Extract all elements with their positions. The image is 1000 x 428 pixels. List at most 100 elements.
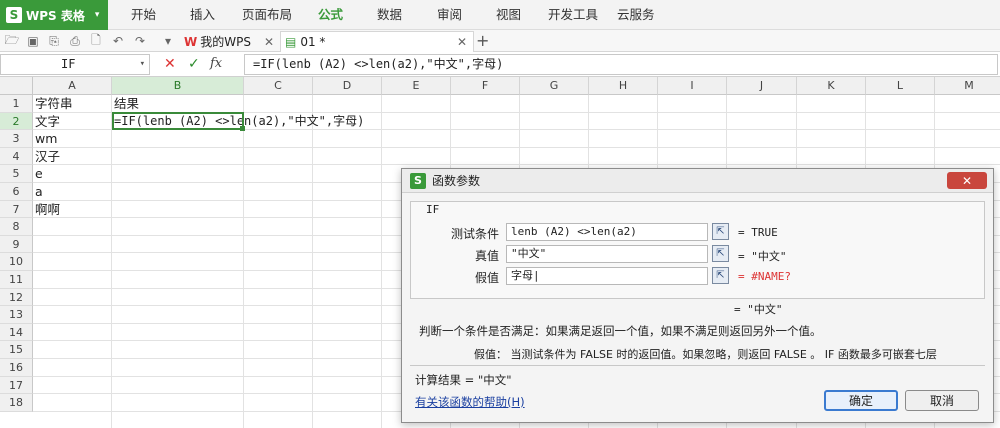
row-header-18[interactable]: 18 bbox=[0, 394, 33, 412]
cancel-button[interactable]: 取消 bbox=[905, 390, 979, 411]
gridline bbox=[381, 95, 382, 428]
arg-label-true: 真值 bbox=[474, 249, 499, 263]
menu-insert[interactable]: 插入 bbox=[190, 0, 215, 30]
new-tab-icon[interactable]: + bbox=[476, 31, 489, 50]
menu-home[interactable]: 开始 bbox=[131, 0, 156, 30]
name-box[interactable]: IF ▾ bbox=[0, 54, 150, 75]
column-header-a[interactable]: A bbox=[33, 77, 112, 95]
column-header-b[interactable]: B bbox=[112, 77, 244, 95]
column-header-f[interactable]: F bbox=[451, 77, 520, 95]
column-header-e[interactable]: E bbox=[382, 77, 451, 95]
undo-icon[interactable]: ↶ bbox=[110, 33, 126, 49]
gridline bbox=[243, 95, 244, 428]
row-header-15[interactable]: 15 bbox=[0, 341, 33, 359]
spreadsheet-file-icon: ▤ bbox=[285, 35, 297, 49]
cell-a7[interactable]: 啊啊 bbox=[33, 201, 60, 218]
tab-document[interactable]: ▤ 01 * ✕ bbox=[280, 31, 474, 52]
parameter-label: 假值： bbox=[474, 348, 507, 361]
gridline bbox=[33, 164, 1000, 166]
cell-a2[interactable]: 文字 bbox=[33, 113, 60, 130]
column-header-g[interactable]: G bbox=[520, 77, 589, 95]
menu-developer[interactable]: 开发工具 bbox=[548, 0, 598, 30]
cell-a6[interactable]: a bbox=[33, 183, 43, 200]
cell-a4[interactable]: 汉子 bbox=[33, 148, 60, 165]
open-folder-icon[interactable]: 🗁 bbox=[4, 33, 20, 49]
close-icon[interactable]: ✕ bbox=[947, 172, 987, 189]
menu-view[interactable]: 视图 bbox=[496, 0, 521, 30]
calculation-result: 计算结果 = "中文" bbox=[415, 373, 512, 387]
row-header-5[interactable]: 5 bbox=[0, 165, 33, 183]
customize-toolbar-icon[interactable]: ▾ bbox=[160, 33, 176, 49]
menu-bar: S WPS 表格 ▾ 开始 插入 页面布局 公式 数据 审阅 视图 开发工具 云… bbox=[0, 0, 1000, 30]
arg-label-condition: 测试条件 bbox=[450, 227, 499, 241]
column-header-k[interactable]: K bbox=[797, 77, 866, 95]
column-header-i[interactable]: I bbox=[658, 77, 727, 95]
row-header-1[interactable]: 1 bbox=[0, 95, 33, 113]
quick-toolbar: 🗁 ▣ ⎘ ⎙ 🗋 ↶ ↷ ▾ W 我的WPS ✕ ▤ 01 * ✕ + bbox=[0, 30, 1000, 52]
confirm-edit-icon[interactable]: ✓ bbox=[188, 56, 200, 72]
close-icon[interactable]: ✕ bbox=[264, 35, 274, 49]
row-header-6[interactable]: 6 bbox=[0, 183, 33, 201]
print-preview-icon[interactable]: 🗋 bbox=[88, 33, 104, 49]
chevron-down-icon: ▾ bbox=[94, 10, 100, 20]
row-header-11[interactable]: 11 bbox=[0, 271, 33, 289]
column-header-m[interactable]: M bbox=[935, 77, 1000, 95]
row-header-17[interactable]: 17 bbox=[0, 376, 33, 395]
close-icon[interactable]: ✕ bbox=[457, 35, 467, 49]
active-cell-border bbox=[112, 112, 244, 130]
row-header-4[interactable]: 4 bbox=[0, 147, 33, 166]
arg-input-condition[interactable]: lenb (A2) <>len(a2) bbox=[506, 223, 708, 241]
gridline bbox=[312, 95, 313, 428]
cancel-edit-icon[interactable]: ✕ bbox=[164, 56, 176, 72]
redo-icon[interactable]: ↷ bbox=[132, 33, 148, 49]
cell-a5[interactable]: e bbox=[33, 165, 43, 182]
collapse-dialog-icon[interactable]: ⇱ bbox=[712, 245, 729, 262]
row-header-7[interactable]: 7 bbox=[0, 200, 33, 219]
column-header-h[interactable]: H bbox=[589, 77, 658, 95]
column-header-d[interactable]: D bbox=[313, 77, 382, 95]
menu-cloud[interactable]: 云服务 bbox=[617, 0, 655, 30]
dialog-titlebar[interactable]: S 函数参数 ✕ bbox=[402, 169, 993, 193]
tab-my-wps[interactable]: W 我的WPS ✕ bbox=[180, 31, 280, 52]
column-header-c[interactable]: C bbox=[244, 77, 313, 95]
app-menu-button[interactable]: S WPS 表格 ▾ bbox=[0, 0, 108, 30]
function-name: IF bbox=[426, 203, 440, 216]
row-header-13[interactable]: 13 bbox=[0, 306, 33, 324]
arg-input-true[interactable]: "中文" bbox=[506, 245, 708, 263]
collapse-dialog-icon[interactable]: ⇱ bbox=[712, 267, 729, 284]
chevron-down-icon[interactable]: ▾ bbox=[140, 55, 145, 74]
arg-input-false[interactable]: 字母| bbox=[506, 267, 708, 285]
row-header-3[interactable]: 3 bbox=[0, 130, 33, 148]
row-header-16[interactable]: 16 bbox=[0, 359, 33, 377]
help-link[interactable]: 有关该函数的帮助(H) bbox=[415, 394, 525, 410]
row-header-2[interactable]: 2 bbox=[0, 112, 33, 131]
cell-a1[interactable]: 字符串 bbox=[33, 95, 73, 112]
row-header-14[interactable]: 14 bbox=[0, 323, 33, 342]
row-header-9[interactable]: 9 bbox=[0, 235, 33, 254]
menu-review[interactable]: 审阅 bbox=[437, 0, 462, 30]
ok-button[interactable]: 确定 bbox=[824, 390, 898, 411]
fill-handle[interactable] bbox=[240, 126, 245, 131]
cell-b1[interactable]: 结果 bbox=[112, 95, 139, 112]
row-header-10[interactable]: 10 bbox=[0, 253, 33, 271]
insert-function-icon[interactable]: fx bbox=[210, 56, 222, 71]
parameter-text: 当测试条件为 FALSE 时的返回值。如果忽略，则返回 FALSE 。 IF 函… bbox=[510, 348, 937, 361]
menu-page-layout[interactable]: 页面布局 bbox=[242, 0, 292, 30]
cell-a3[interactable]: wm bbox=[33, 130, 57, 147]
tab-label: 我的WPS bbox=[200, 35, 251, 49]
function-arguments-dialog: S 函数参数 ✕ IF 测试条件 lenb (A2) <>len(a2) ⇱ =… bbox=[401, 168, 994, 423]
select-all-corner[interactable] bbox=[0, 77, 33, 95]
column-header-l[interactable]: L bbox=[866, 77, 935, 95]
row-header-8[interactable]: 8 bbox=[0, 218, 33, 236]
row-header-12[interactable]: 12 bbox=[0, 288, 33, 307]
export-icon[interactable]: ⎘ bbox=[46, 33, 62, 49]
save-icon[interactable]: ▣ bbox=[25, 33, 41, 49]
column-header-j[interactable]: J bbox=[727, 77, 797, 95]
print-icon[interactable]: ⎙ bbox=[67, 33, 83, 49]
formula-input[interactable]: =IF(lenb (A2) <>len(a2),"中文",字母) bbox=[244, 54, 998, 75]
menu-formulas[interactable]: 公式 bbox=[318, 0, 343, 30]
menu-data[interactable]: 数据 bbox=[377, 0, 402, 30]
formula-bar: IF ▾ ✕ ✓ fx =IF(lenb (A2) <>len(a2),"中文"… bbox=[0, 52, 1000, 77]
divider bbox=[410, 365, 985, 366]
collapse-dialog-icon[interactable]: ⇱ bbox=[712, 223, 729, 240]
